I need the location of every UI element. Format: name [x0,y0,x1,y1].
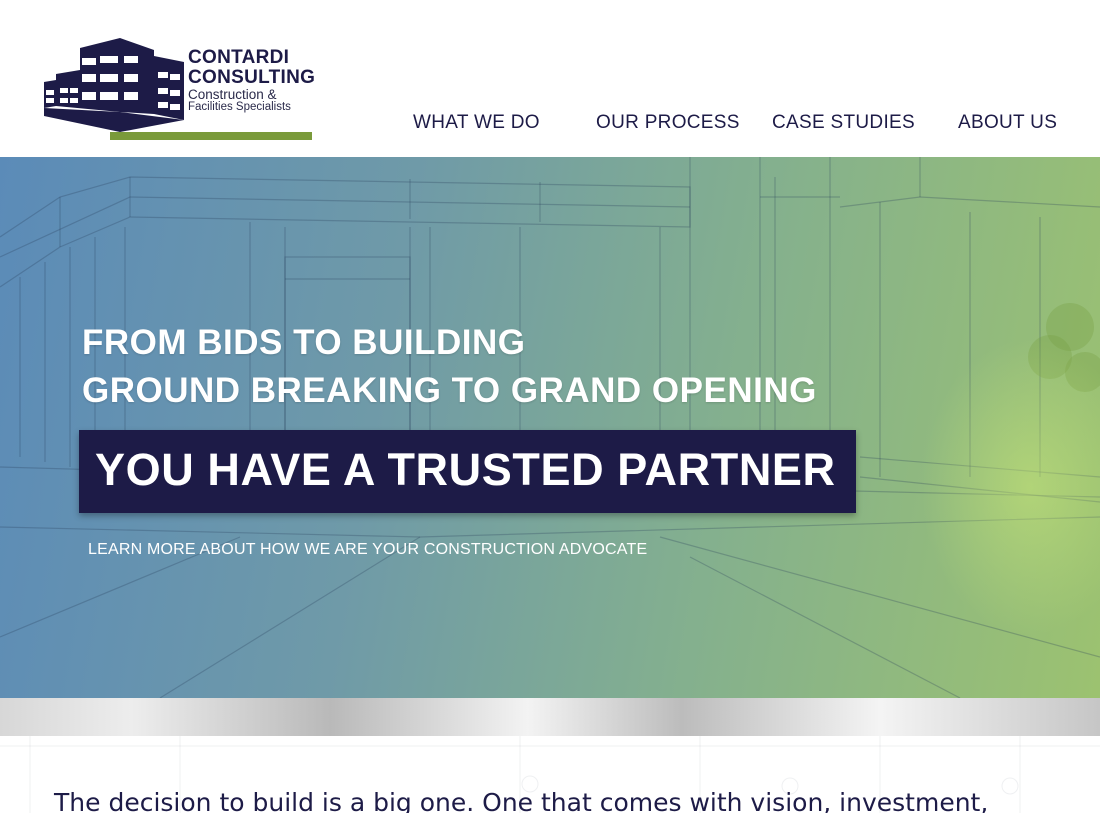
hero-line-2: GROUND BREAKING TO GRAND OPENING [82,371,817,410]
hero-light-glow [920,337,1100,637]
site-header: CONTARDI CONSULTING Construction & Facil… [0,0,1100,157]
hero-headline: YOU HAVE A TRUSTED PARTNER [95,444,836,495]
learn-more-link[interactable]: LEARN MORE ABOUT HOW WE ARE YOUR CONSTRU… [88,541,647,559]
brand-tagline-line1: Construction & [188,87,277,102]
hero-banner: FROM BIDS TO BUILDING GROUND BREAKING TO… [0,157,1100,698]
nav-our-process[interactable]: OUR PROCESS [596,112,740,134]
intro-section: The decision to build is a big one. One … [0,736,1100,813]
main-nav: WHAT WE DO OUR PROCESS CASE STUDIES ABOU… [0,112,1100,136]
nav-what-we-do[interactable]: WHAT WE DO [413,112,540,134]
logo-text: CONTARDI CONSULTING Construction & Facil… [188,47,316,114]
hero-line-1: FROM BIDS TO BUILDING [82,323,526,362]
brand-name-line2: CONSULTING [188,67,316,88]
nav-case-studies[interactable]: CASE STUDIES [772,112,915,134]
intro-paragraph: The decision to build is a big one. One … [54,788,989,813]
nav-about-us[interactable]: ABOUT US [958,112,1057,134]
silver-divider-band [0,698,1100,736]
hero-headline-box: YOU HAVE A TRUSTED PARTNER [79,430,856,513]
brand-name-line1: CONTARDI [188,47,290,68]
